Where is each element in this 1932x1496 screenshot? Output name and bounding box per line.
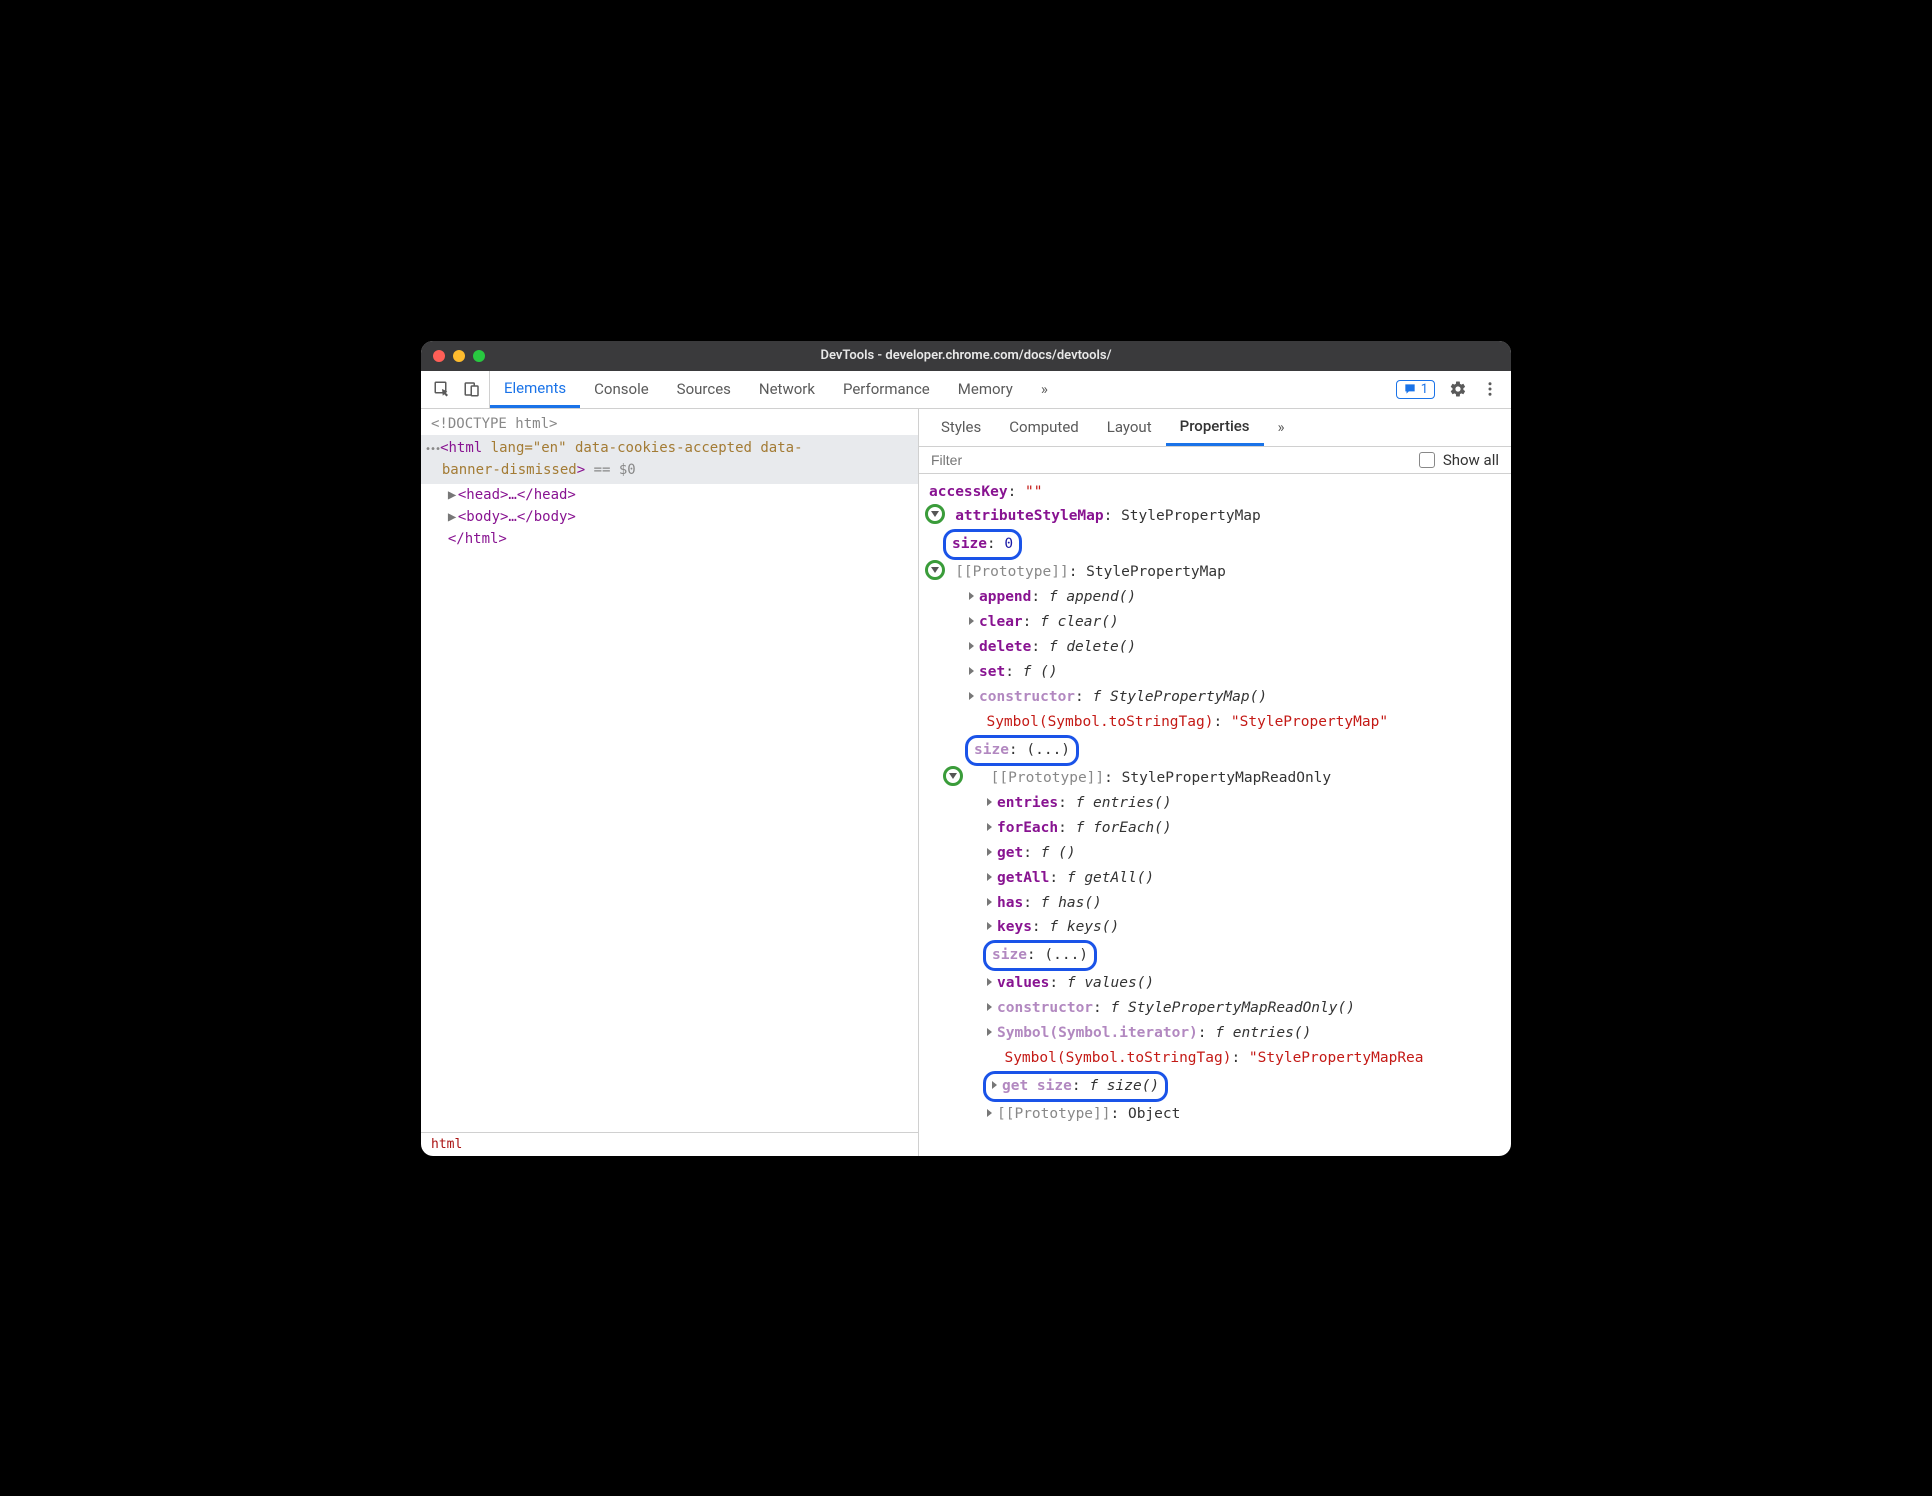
- minimize-window-button[interactable]: [453, 350, 465, 362]
- prop-symbol-iterator[interactable]: Symbol(Symbol.iterator): f entries(): [929, 1021, 1505, 1046]
- prop-values[interactable]: values: f values(): [929, 971, 1505, 996]
- prop-keys[interactable]: keys: f keys(): [929, 915, 1505, 940]
- prop-clear[interactable]: clear: f clear(): [929, 610, 1505, 635]
- elements-panel: <!DOCTYPE html> •••<html lang="en" data-…: [421, 409, 919, 1156]
- prop-prototype-3[interactable]: [[Prototype]]: Object: [929, 1102, 1505, 1127]
- prop-set[interactable]: set: f (): [929, 660, 1505, 685]
- prop-foreach[interactable]: forEach: f forEach(): [929, 816, 1505, 841]
- prop-get[interactable]: get: f (): [929, 841, 1505, 866]
- inspect-element-icon[interactable]: [433, 380, 451, 398]
- dom-body-element[interactable]: ▶<body>…</body>: [421, 506, 918, 528]
- properties-tree[interactable]: accessKey: "" attributeStyleMap: StylePr…: [919, 474, 1511, 1156]
- traffic-lights: [433, 350, 485, 362]
- tab-elements[interactable]: Elements: [490, 371, 580, 408]
- close-window-button[interactable]: [433, 350, 445, 362]
- prop-entries[interactable]: entries: f entries(): [929, 791, 1505, 816]
- main-tabs: Elements Console Sources Network Perform…: [490, 371, 1062, 408]
- titlebar: DevTools - developer.chrome.com/docs/dev…: [421, 341, 1511, 371]
- device-toolbar-icon[interactable]: [463, 380, 481, 398]
- expand-toggle-icon[interactable]: [943, 766, 963, 786]
- kebab-menu-icon[interactable]: [1481, 380, 1499, 398]
- prop-constructor-2[interactable]: constructor: f StylePropertyMapReadOnly(…: [929, 996, 1505, 1021]
- tab-console[interactable]: Console: [580, 371, 663, 408]
- dom-html-element[interactable]: •••<html lang="en" data-cookies-accepted…: [421, 435, 918, 484]
- dom-head-element[interactable]: ▶<head>…</head>: [421, 484, 918, 506]
- prop-size-ellipsis-2[interactable]: size: (...): [929, 940, 1505, 971]
- tab-performance[interactable]: Performance: [829, 371, 944, 408]
- prop-append[interactable]: append: f append(): [929, 585, 1505, 610]
- prop-constructor-1[interactable]: constructor: f StylePropertyMap(): [929, 685, 1505, 710]
- ellipsis-icon: •••: [425, 444, 440, 455]
- prop-prototype-1[interactable]: [[Prototype]]: StylePropertyMap: [929, 560, 1505, 585]
- prop-size-0[interactable]: size: 0: [929, 529, 1505, 560]
- show-all-checkbox[interactable]: [1419, 452, 1435, 468]
- prop-symbol-tostringtag-2[interactable]: Symbol(Symbol.toStringTag): "StyleProper…: [929, 1046, 1505, 1071]
- settings-icon[interactable]: [1449, 380, 1467, 398]
- prop-getall[interactable]: getAll: f getAll(): [929, 866, 1505, 891]
- tab-sources[interactable]: Sources: [663, 371, 745, 408]
- tabs-overflow-button[interactable]: »: [1027, 371, 1062, 408]
- filter-input[interactable]: [931, 452, 1411, 468]
- content-area: <!DOCTYPE html> •••<html lang="en" data-…: [421, 409, 1511, 1156]
- dom-html-close[interactable]: </html>: [421, 528, 918, 550]
- devtools-window: DevTools - developer.chrome.com/docs/dev…: [421, 341, 1511, 1156]
- filter-row: Show all: [919, 447, 1511, 474]
- zoom-window-button[interactable]: [473, 350, 485, 362]
- show-all-label: Show all: [1443, 451, 1499, 469]
- main-toolbar: Elements Console Sources Network Perform…: [421, 371, 1511, 409]
- toolbar-right: 1: [1396, 371, 1507, 408]
- side-tabs-overflow[interactable]: »: [1264, 409, 1299, 446]
- dom-doctype[interactable]: <!DOCTYPE html>: [421, 413, 918, 435]
- side-tab-computed[interactable]: Computed: [995, 409, 1093, 446]
- toolbar-left-icons: [425, 371, 490, 408]
- prop-size-ellipsis-1[interactable]: size: (...): [929, 735, 1505, 766]
- prop-get-size[interactable]: get size: f size(): [929, 1071, 1505, 1102]
- prop-prototype-2[interactable]: [[Prototype]]: StylePropertyMapReadOnly: [929, 766, 1505, 791]
- expand-toggle-icon[interactable]: [925, 504, 945, 524]
- sidebar-tabs: Styles Computed Layout Properties »: [919, 409, 1511, 447]
- prop-attributestylemap[interactable]: attributeStyleMap: StylePropertyMap: [929, 504, 1505, 529]
- issues-count: 1: [1421, 382, 1428, 397]
- prop-has[interactable]: has: f has(): [929, 891, 1505, 916]
- issues-button[interactable]: 1: [1396, 380, 1435, 399]
- tab-network[interactable]: Network: [745, 371, 829, 408]
- window-title: DevTools - developer.chrome.com/docs/dev…: [421, 348, 1511, 363]
- prop-delete[interactable]: delete: f delete(): [929, 635, 1505, 660]
- side-tab-properties[interactable]: Properties: [1166, 409, 1264, 446]
- sidebar-panel: Styles Computed Layout Properties » Show…: [919, 409, 1511, 1156]
- dom-tree[interactable]: <!DOCTYPE html> •••<html lang="en" data-…: [421, 409, 918, 1132]
- prop-symbol-tostringtag-1[interactable]: Symbol(Symbol.toStringTag): "StyleProper…: [929, 710, 1505, 735]
- expand-toggle-icon[interactable]: [925, 560, 945, 580]
- prop-accesskey[interactable]: accessKey: "": [929, 480, 1505, 505]
- side-tab-layout[interactable]: Layout: [1093, 409, 1166, 446]
- side-tab-styles[interactable]: Styles: [927, 409, 995, 446]
- tab-memory[interactable]: Memory: [944, 371, 1027, 408]
- breadcrumb[interactable]: html: [421, 1132, 918, 1156]
